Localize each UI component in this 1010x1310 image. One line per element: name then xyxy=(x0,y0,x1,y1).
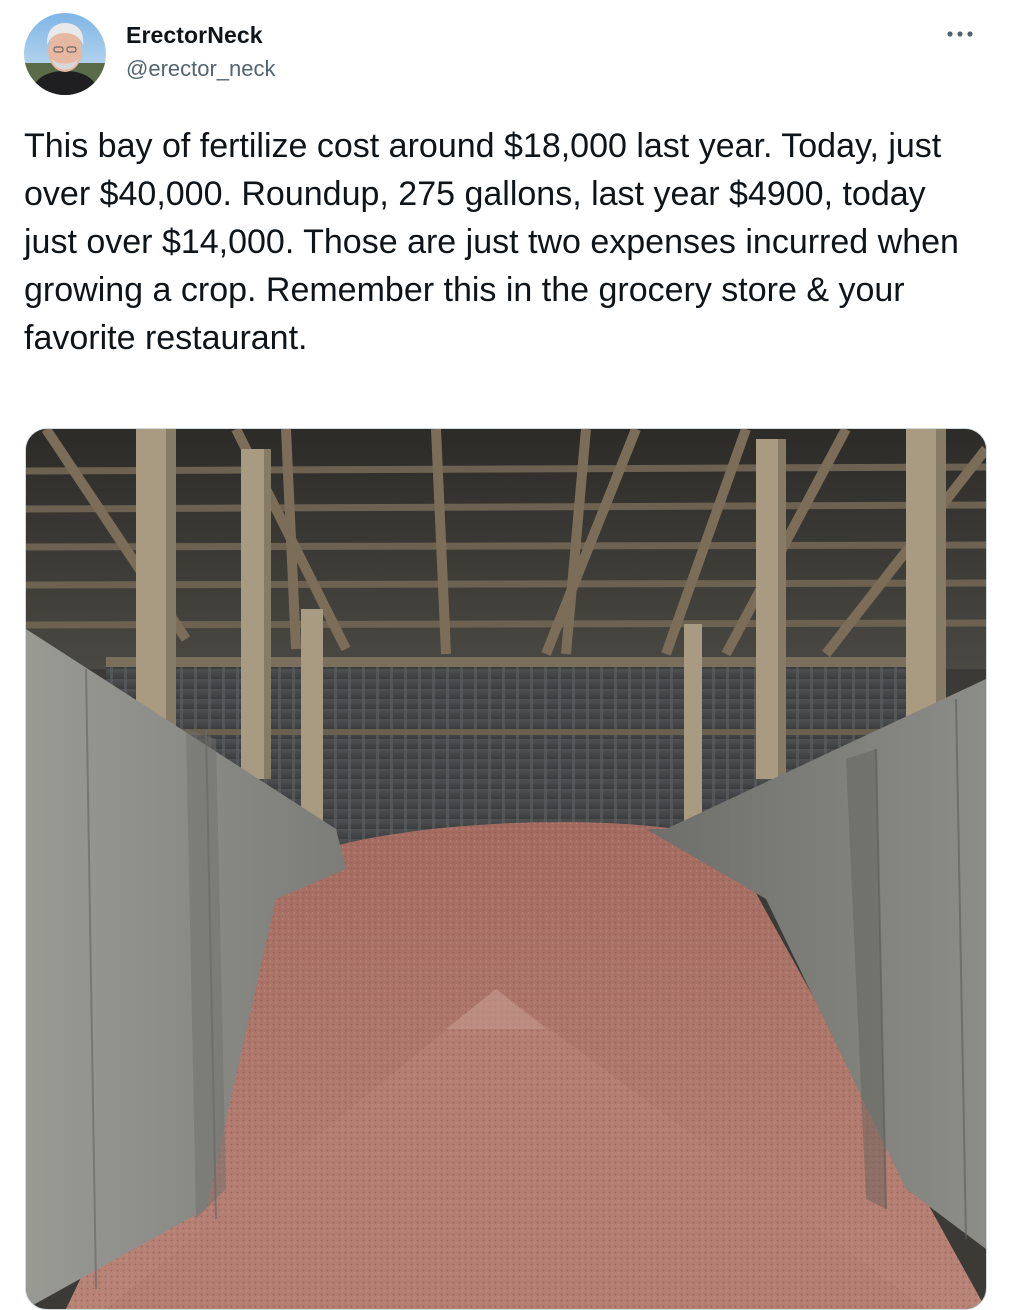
tweet-photo[interactable] xyxy=(25,428,987,1310)
ellipsis-icon xyxy=(947,31,973,37)
more-options-button[interactable] xyxy=(938,16,982,52)
author-name[interactable]: ErectorNeck xyxy=(126,20,263,50)
fertilizer-bay-photo-icon xyxy=(26,429,986,1309)
profile-photo-icon xyxy=(24,13,106,95)
tweet-text: This bay of fertilize cost around $18,00… xyxy=(24,127,959,357)
author-avatar[interactable] xyxy=(24,13,106,95)
author-handle[interactable]: @erector_neck xyxy=(126,54,276,84)
tweet-card: ErectorNeck @erector_neck This bay of fe… xyxy=(0,0,1010,1310)
